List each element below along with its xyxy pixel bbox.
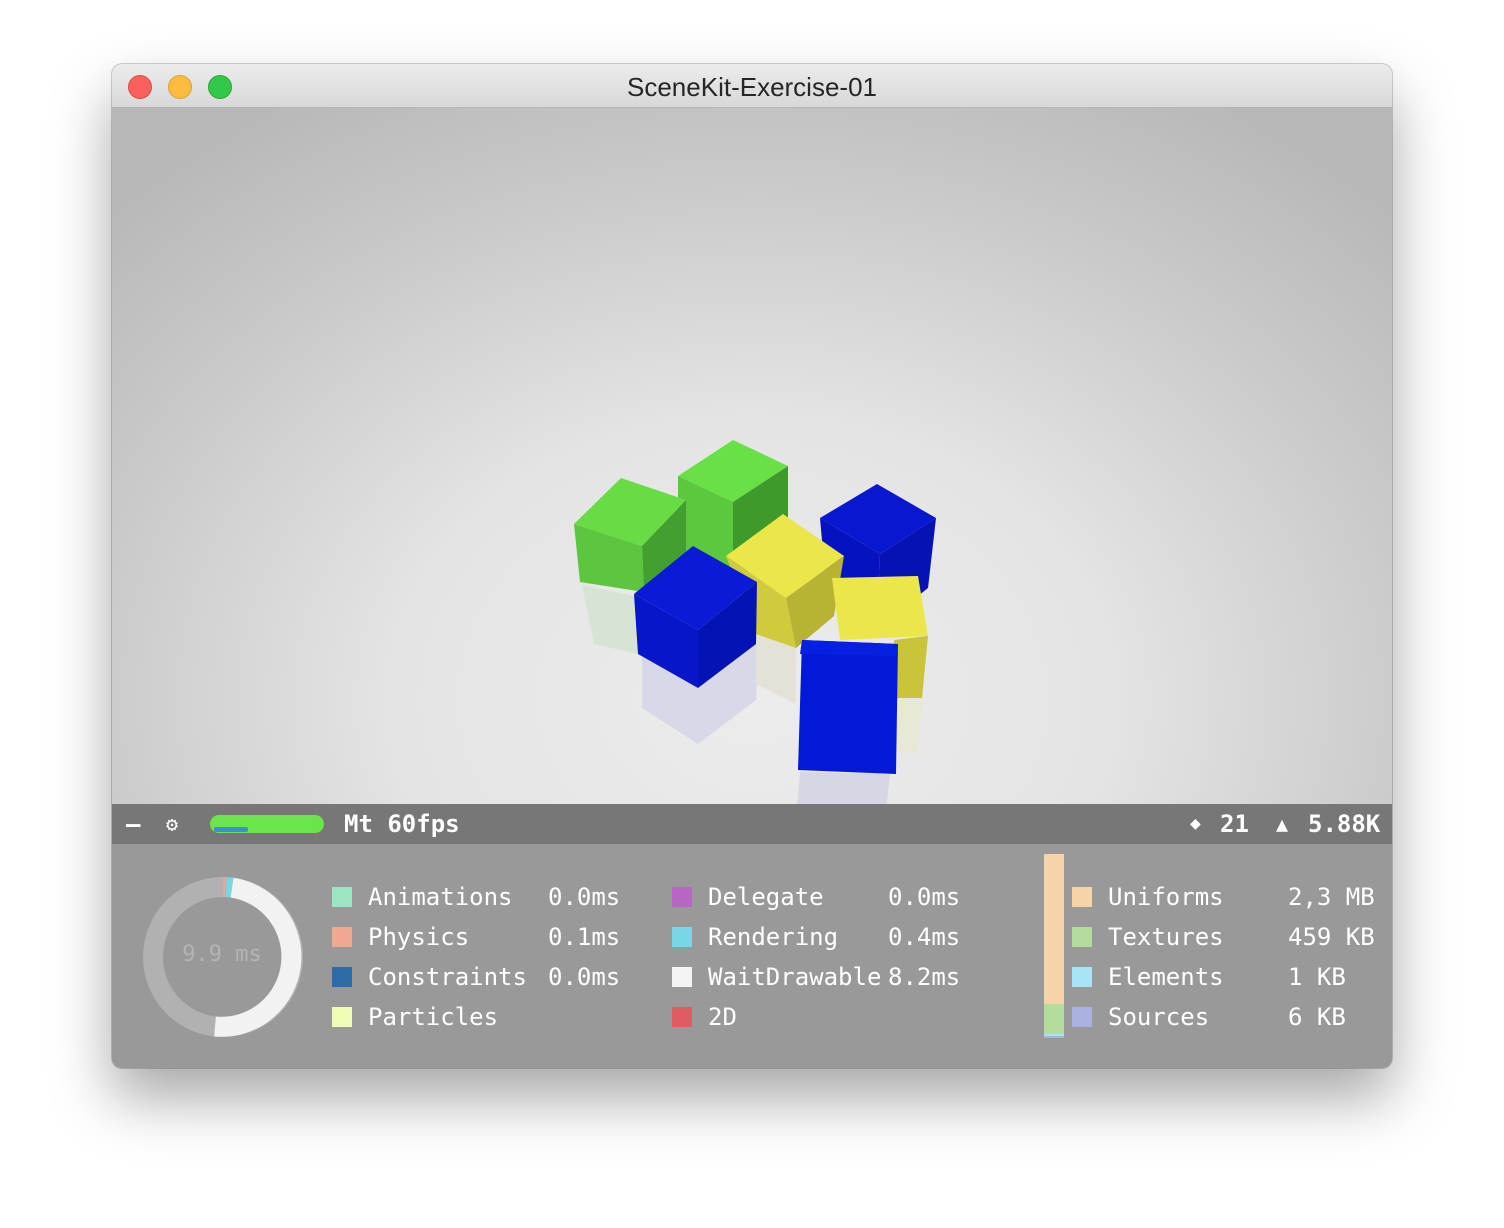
triangle-count: 5.88K xyxy=(1308,810,1381,838)
memory-bar-sources xyxy=(1044,1036,1064,1038)
timing-label-delegate: Delegate xyxy=(708,883,824,911)
legend-swatch-sources xyxy=(1072,1007,1092,1027)
timing-label-waitdrawable: WaitDrawable xyxy=(708,963,882,991)
timing-value-physics: 0.1ms xyxy=(548,923,621,951)
legend-swatch-animations xyxy=(332,887,352,907)
timing-value-waitdrawable: 8.2ms xyxy=(888,963,961,991)
timing-label-constraints: Constraints xyxy=(368,963,527,991)
legend-swatch-constraints xyxy=(332,967,352,987)
timing-value-animations: 0.0ms xyxy=(548,883,621,911)
memory-value-uniforms: 2,3 MB xyxy=(1288,883,1375,911)
legend-swatch-elements xyxy=(1072,967,1092,987)
scene-viewport[interactable] xyxy=(112,108,1392,804)
memory-value-textures: 459 KB xyxy=(1288,923,1375,951)
memory-label-uniforms: Uniforms xyxy=(1108,883,1224,911)
gear-icon[interactable]: ⚙ xyxy=(166,804,178,844)
memory-bar-textures xyxy=(1044,1004,1064,1034)
memory-value-elements: 1 KB xyxy=(1288,963,1346,991)
legend-swatch-2d xyxy=(672,1007,692,1027)
memory-label-sources: Sources xyxy=(1108,1003,1210,1031)
fps-meter-sub xyxy=(214,827,248,832)
node-count-icon: ◆ xyxy=(1190,813,1201,834)
timing-value-delegate: 0.0ms xyxy=(888,883,961,911)
blue-cube-reflection xyxy=(797,772,890,804)
timing-value-rendering: 0.4ms xyxy=(888,923,961,951)
timing-label-rendering: Rendering xyxy=(708,923,839,951)
memory-bar-uniforms xyxy=(1044,854,1064,1004)
app-window: SceneKit-Exercise-01 – ⚙ Mt 60fps ◆ 21 ▲… xyxy=(112,64,1392,1068)
legend-swatch-uniforms xyxy=(1072,887,1092,907)
fps-meter xyxy=(210,815,324,833)
title-bar[interactable]: SceneKit-Exercise-01 xyxy=(112,64,1392,108)
timing-value-constraints: 0.0ms xyxy=(548,963,621,991)
blue-cube-tall xyxy=(798,640,898,774)
fps-label: Mt 60fps xyxy=(344,810,460,838)
node-count: 21 xyxy=(1220,810,1249,838)
memory-usage-bar xyxy=(1044,854,1064,1038)
window-title: SceneKit-Exercise-01 xyxy=(627,72,877,102)
timing-label-particles: Particles xyxy=(368,1003,499,1031)
statistics-panel: 9.9 ms Animations 0.0ms Physics 0.1ms Co… xyxy=(112,844,1392,1068)
frame-time-total: 9.9 ms xyxy=(182,942,262,967)
legend-swatch-waitdrawable xyxy=(672,967,692,987)
timing-label-physics: Physics xyxy=(368,923,470,951)
ring-rendering-segment xyxy=(225,877,234,898)
legend-swatch-particles xyxy=(332,1007,352,1027)
statistics-bar: – ⚙ Mt 60fps ◆ 21 ▲ 5.88K xyxy=(112,804,1392,844)
legend-swatch-textures xyxy=(1072,927,1092,947)
legend-swatch-physics xyxy=(332,927,352,947)
triangle-count-icon: ▲ xyxy=(1276,812,1289,836)
cube-scene xyxy=(574,440,936,804)
timing-label-2d: 2D xyxy=(708,1003,737,1031)
memory-label-elements: Elements xyxy=(1108,963,1224,991)
memory-value-sources: 6 KB xyxy=(1288,1003,1346,1031)
legend-swatch-delegate xyxy=(672,887,692,907)
timing-label-animations: Animations xyxy=(368,883,513,911)
legend-swatch-rendering xyxy=(672,927,692,947)
collapse-stats-button[interactable]: – xyxy=(126,804,140,844)
memory-label-textures: Textures xyxy=(1108,923,1224,951)
